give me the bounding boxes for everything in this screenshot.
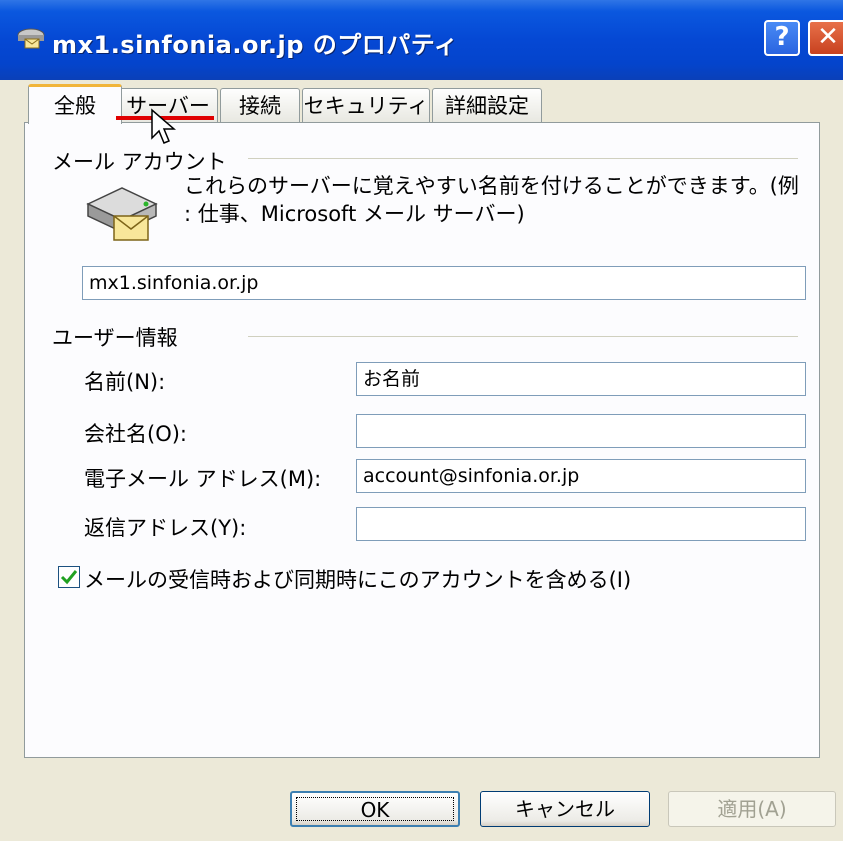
email-label: 電子メール アドレス(M): (84, 467, 322, 491)
tab-connection[interactable]: 接続 (220, 88, 300, 122)
close-button[interactable]: ✕ (808, 20, 843, 56)
title-bar[interactable]: mx1.sinfonia.or.jp のプロパティ ? ✕ (0, 0, 843, 80)
company-label: 会社名(O): (84, 422, 187, 446)
cancel-button[interactable]: キャンセル (480, 791, 650, 827)
window-title: mx1.sinfonia.or.jp のプロパティ (52, 31, 459, 59)
name-input[interactable]: お名前 (356, 362, 806, 396)
company-input[interactable] (356, 414, 806, 448)
email-input[interactable]: account@sinfonia.or.jp (356, 459, 806, 493)
reply-address-input[interactable] (356, 507, 806, 541)
name-label: 名前(N): (84, 370, 166, 394)
tab-advanced[interactable]: 詳細設定 (432, 88, 542, 122)
mail-account-description: これらのサーバーに覚えやすい名前を付けることができます。(例 : 仕事、Micr… (184, 174, 799, 226)
properties-dialog: mx1.sinfonia.or.jp のプロパティ ? ✕ 全般 サーバー 接続… (0, 0, 843, 841)
focus-rect (296, 797, 454, 821)
ok-button[interactable]: OK (290, 791, 460, 827)
help-button[interactable]: ? (764, 20, 800, 56)
mail-server-icon (17, 28, 45, 49)
mail-server-icon (86, 187, 158, 241)
tab-general[interactable]: 全般 (28, 84, 122, 124)
include-account-checkbox[interactable] (58, 566, 80, 588)
tab-security[interactable]: セキュリティ (302, 88, 430, 122)
checkmark-icon (60, 570, 78, 585)
account-name-input[interactable]: mx1.sinfonia.or.jp (82, 266, 806, 300)
user-info-section-label: ユーザー情報 (52, 326, 178, 350)
mouse-cursor-icon (151, 108, 177, 144)
include-account-label[interactable]: メールの受信時および同期時にこのアカウントを含める(I) (84, 564, 631, 594)
section-divider (248, 336, 798, 337)
reply-address-label: 返信アドレス(Y): (84, 516, 247, 540)
apply-button[interactable]: 適用(A) (668, 791, 836, 827)
section-divider (248, 158, 798, 159)
